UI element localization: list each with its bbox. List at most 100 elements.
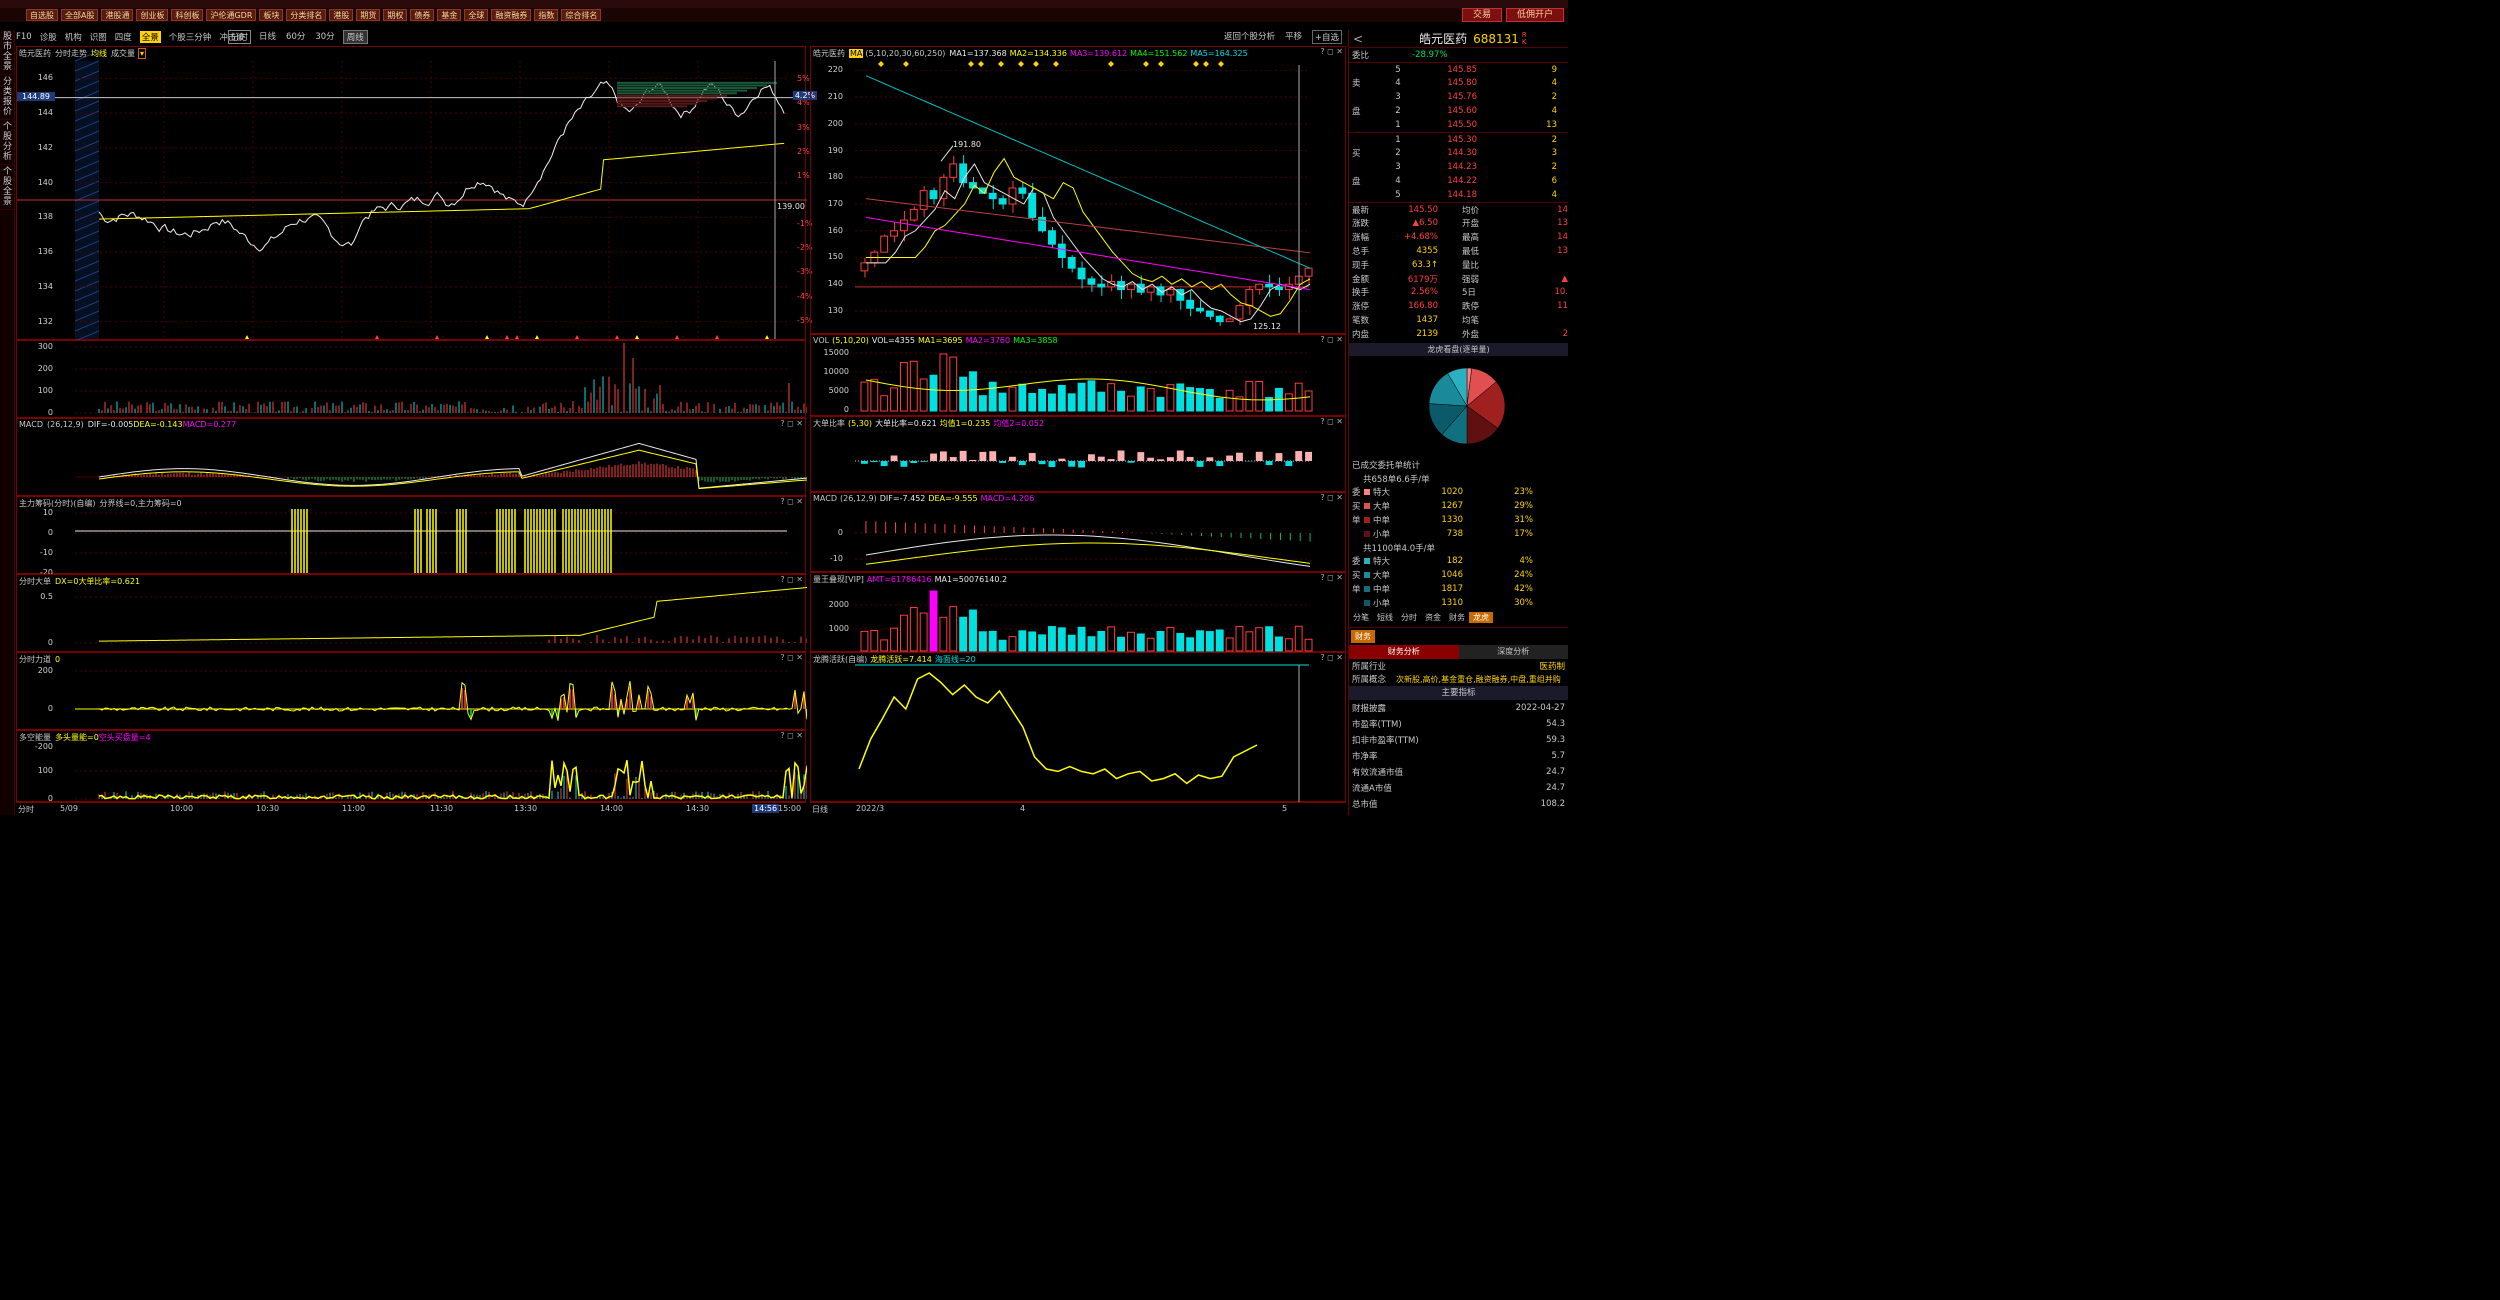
x-tick-label: 14:30 [686,804,710,813]
menu-item[interactable]: 期货 [356,9,381,21]
toolbar-item[interactable]: 全景 [139,31,161,43]
panel-controls[interactable]: ? ◻ ✕ [1320,573,1343,582]
period-tab[interactable]: 日线 [257,30,278,44]
menu-item[interactable]: 分类排名 [286,9,327,21]
panel-controls[interactable]: ? ◻ ✕ [780,731,803,740]
detail-tab[interactable]: 资金 [1421,612,1445,623]
finance-value: 24.7 [1546,783,1565,794]
menu-item[interactable]: 港股通 [101,9,134,21]
panel-controls[interactable]: ? ◻ ✕ [780,419,803,428]
finance-label: 市盈率(TTM) [1352,720,1402,731]
detail-tab[interactable]: 短线 [1373,612,1397,623]
stat-row: 金额 6179万 强弱 ▲ [1349,272,1568,286]
toolbar-item[interactable]: F10 [16,32,32,42]
summary-row: 小单 738 17% [1349,527,1568,541]
toolbar-item[interactable]: 识图 [90,31,107,43]
panel-controls[interactable]: ? ◻ ✕ [1320,335,1343,344]
toolbar-item[interactable]: 个股三分钟 [169,31,212,43]
menu-item[interactable]: 指数 [534,9,559,21]
detail-tab[interactable]: 分时 [1397,612,1421,623]
menu-item[interactable]: 全部A股 [61,9,99,21]
book-volume: 2 [1551,92,1557,103]
time-menu[interactable]: 分时 [18,804,34,815]
toolbar-item[interactable]: 四度 [115,31,132,43]
chevron-down-icon[interactable]: ▾ [138,48,147,59]
force-panel-svg [75,670,807,721]
daily-tick-label: 160 [827,225,843,235]
period-tab[interactable]: 60分 [284,30,307,44]
detail-tab[interactable]: 分笔 [1349,612,1373,623]
x-tick-label: 14:56 [752,804,780,813]
menu-item[interactable]: 科创板 [171,9,204,21]
period-tab[interactable]: 分时 [228,30,252,44]
week-dropdown[interactable]: 周线 [342,30,368,44]
toolbar-item[interactable]: 诊股 [40,31,57,43]
menu-item[interactable]: 自选股 [26,9,58,21]
panel-controls[interactable]: ? ◻ ✕ [780,575,803,584]
force-panel: 分时力道 0 200 0 -200? ◻ ✕ [16,652,807,751]
menu-item[interactable]: 综合排名 [561,9,602,21]
menu-item[interactable]: 债券 [410,9,435,21]
add-watch-button[interactable]: +自选 [1311,30,1342,44]
left-tab[interactable]: 股市全景 [0,30,15,75]
concept-label: 所属概念 [1352,675,1387,686]
stock-name: 皓元医药 [19,49,51,58]
panel-controls[interactable]: ? ◻ ✕ [1320,653,1343,662]
vol-ma2: MA2=3760 [965,336,1011,345]
stat-value: 1437 [1416,315,1438,326]
left-tab[interactable]: 个股分析 [0,120,15,165]
summary-kind: 大单 [1373,571,1391,582]
summary-count: 1817 [1441,584,1463,594]
daily-tick-label: 190 [827,145,843,155]
stat-label: 均笔 [1462,316,1480,327]
stat-value: 11 [1557,301,1568,312]
toolbar-item[interactable]: 机构 [65,31,82,43]
panel-controls[interactable]: ? ◻ ✕ [780,497,803,506]
macd-value: MACD=0.277 [182,420,237,429]
big-ratio-title-text: 大单比率 [813,419,845,428]
avg1-value: 均值1=0.235 [939,419,991,428]
deep-analysis-tab[interactable]: 深度分析 [1458,644,1568,659]
left-tab[interactable]: 分类报价 [0,75,15,120]
x-tick-label: 5/09 [60,804,78,813]
energy-tick-label: 100 [37,766,53,775]
panel-controls[interactable]: ? ◻ ✕ [1320,417,1343,426]
menu-item[interactable]: 期权 [383,9,408,21]
book-price: 144.18 [1447,189,1477,200]
book-level: 3 [1395,162,1401,173]
book-price: 145.76 [1447,92,1477,103]
book-level: 2 [1395,148,1401,159]
detail-tab[interactable]: 龙虎 [1469,611,1493,623]
menu-item[interactable]: 融资融券 [491,9,532,21]
detail-tab[interactable]: 财务 [1445,612,1469,623]
stat-value: ▲ [1561,273,1568,284]
vol-tick-label: 10000 [823,367,849,376]
panel-controls[interactable]: ? ◻ ✕ [1320,47,1343,56]
period-tab[interactable]: 30分 [313,30,336,44]
macd-title: MACD [19,420,43,429]
flat-button[interactable]: 平移 [1285,30,1302,44]
force-value: 0 [55,655,61,664]
stat-value: 13 [1557,246,1568,257]
menu-item[interactable]: 沪伦通GDR [206,9,257,21]
ma-button[interactable]: MA [849,49,864,58]
summary-pct: 17% [1514,528,1533,539]
menu-item[interactable]: 创业板 [136,9,169,21]
back-button[interactable]: 返回个股分析 [1224,30,1275,44]
finance-tab[interactable]: 财务 [1351,629,1375,643]
menu-item[interactable]: 港股 [329,9,354,21]
panel-controls[interactable]: ? ◻ ✕ [780,653,803,662]
chip-text: 分界线=0,主力筹码=0 [99,499,182,508]
book-level: 4 [1395,176,1401,187]
panel-controls[interactable]: ? ◻ ✕ [1320,493,1343,502]
back-arrow-icon[interactable]: < [1353,32,1363,46]
menu-item[interactable]: 基金 [437,9,462,21]
finance-analysis-tab[interactable]: 财务分析 [1349,644,1459,659]
period-menu[interactable]: 日线 [812,804,828,815]
order-book-row: 买 2 144.30 3 [1349,147,1568,161]
trade-button[interactable]: 交易 [1462,8,1503,22]
left-tab[interactable]: 个股全景 [0,165,15,210]
menu-item[interactable]: 板块 [259,9,284,21]
open-account-button[interactable]: 低佣开户 [1506,8,1565,22]
menu-item[interactable]: 全球 [464,9,489,21]
